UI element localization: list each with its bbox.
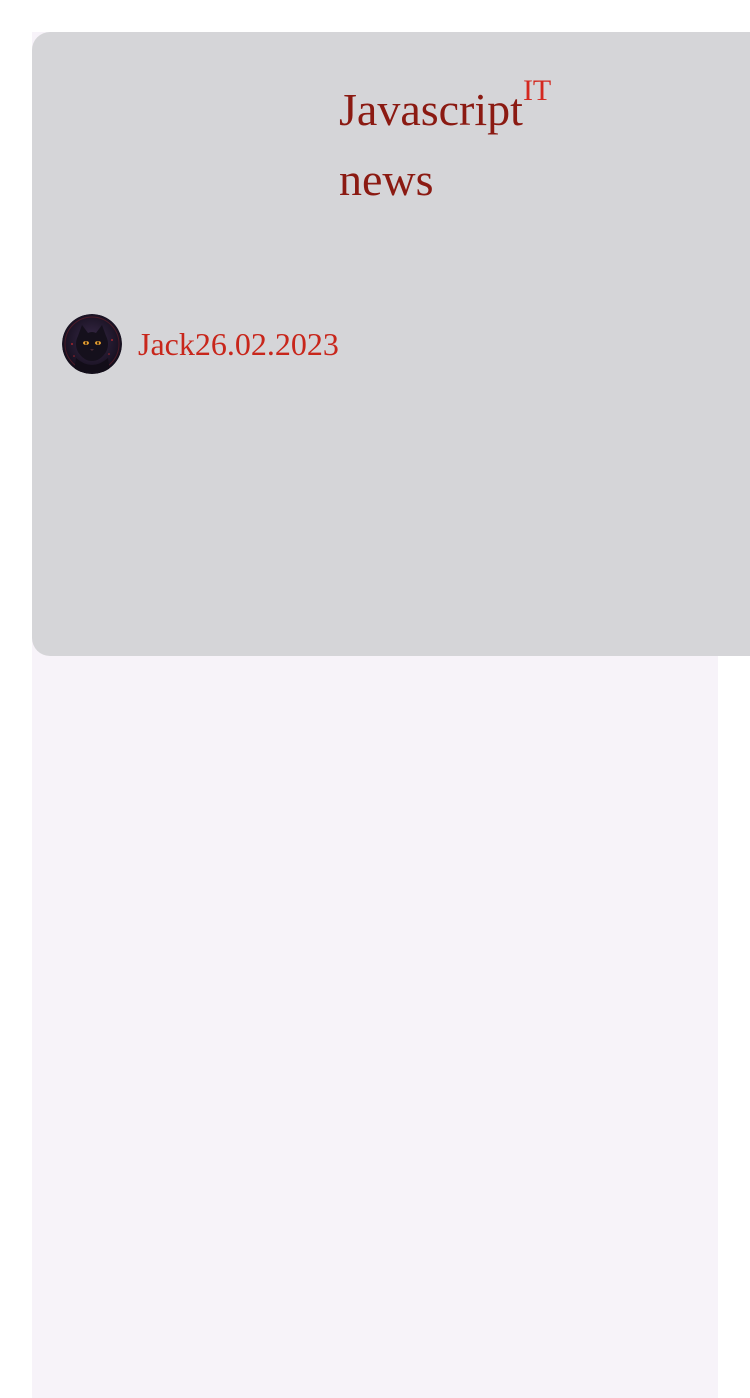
post-title[interactable]: JavascriptIT news [339,74,551,212]
author-name[interactable]: Jack [138,326,195,363]
author-avatar[interactable] [62,314,122,374]
post-date: 26.02.2023 [194,325,339,362]
news-card[interactable]: JavascriptIT news Jack 26.02.2023 [32,32,750,656]
black-cat-icon [62,314,122,374]
post-meta: Jack 26.02.2023 [62,314,339,374]
post-title-text: Javascript [339,84,523,135]
post-title-text-line2: news [339,154,434,205]
category-badge: IT [522,74,552,107]
